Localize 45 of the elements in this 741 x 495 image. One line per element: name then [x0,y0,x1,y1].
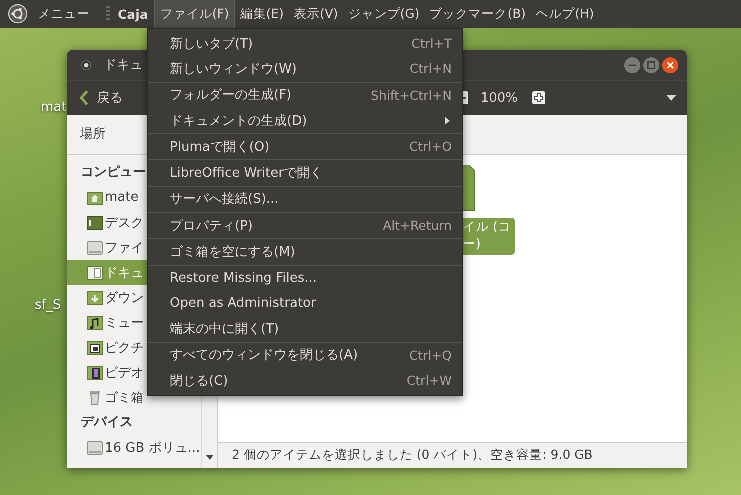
trash-icon [87,390,103,404]
pictures-folder-icon [87,340,103,354]
main-menu-button[interactable]: メニュー [32,0,96,28]
menu-item[interactable]: Plumaで開く(O) Ctrl+O [148,134,462,160]
home-folder-icon [87,190,103,204]
videos-folder-icon [87,366,103,380]
menu-bar-item[interactable]: ジャンプ(G) [343,0,425,28]
desktop-icon [87,216,103,230]
menu-item[interactable]: すべてのウィンドウを閉じる(A) Ctrl+Q [148,342,462,368]
music-folder-icon [87,316,103,330]
menu-item[interactable]: プロパティ(P) Alt+Return [148,213,462,238]
drive-icon [87,440,103,454]
downloads-folder-icon [87,290,103,304]
dropdown-caret-icon[interactable] [666,95,677,101]
menu-item[interactable]: サーバへ接続(S)... [148,186,462,212]
sidebar-item[interactable]: 16 GB ボリュ... [67,435,201,460]
menu-item[interactable]: ゴミ箱を空にする(M) [148,239,462,265]
documents-folder-icon [87,266,103,280]
menu-bar-item[interactable]: ブックマーク(B) [424,0,532,28]
back-button[interactable]: 戻る [97,89,123,107]
menu-item[interactable]: LibreOffice Writerで開く [148,160,462,186]
drive-icon [87,240,103,254]
window-menu-icon[interactable] [81,60,92,70]
menu-item[interactable]: 閉じる(C) Ctrl+W [148,368,462,394]
minimize-icon[interactable] [624,56,641,74]
status-text: 2 個のアイテムを選択しました (0 バイト)、空き容量: 9.0 GB [232,447,593,464]
submenu-arrow-icon [445,116,450,125]
sidebar-heading: デバイス [80,414,134,432]
menu-bar-item[interactable]: 編集(E) [235,0,289,28]
ubuntu-logo-icon[interactable] [8,4,28,24]
zoom-level: 100% [480,90,518,106]
menu-bar-item[interactable]: 表示(V) [288,0,344,28]
close-icon[interactable] [662,56,679,74]
window-title: ドキュ [104,57,143,74]
menu-item[interactable]: 端末の中に開く(T) [148,316,462,342]
menu-item[interactable]: フォルダーの生成(F) Shift+Ctrl+N [148,82,462,108]
app-name: Caja [118,6,148,22]
menu-item[interactable]: 新しいタブ(T) Ctrl+T [148,31,462,56]
panel-handle[interactable] [106,6,110,22]
menu-bar-item[interactable]: ヘルプ(H) [531,0,600,28]
zoom-in-icon[interactable] [532,91,546,105]
menu-bar-item[interactable]: ファイル(F) [154,0,236,28]
menu-item[interactable]: 新しいウィンドウ(W) Ctrl+N [148,56,462,82]
menu-item[interactable]: Open as Administrator [148,290,462,316]
scroll-down-icon[interactable] [206,455,214,460]
